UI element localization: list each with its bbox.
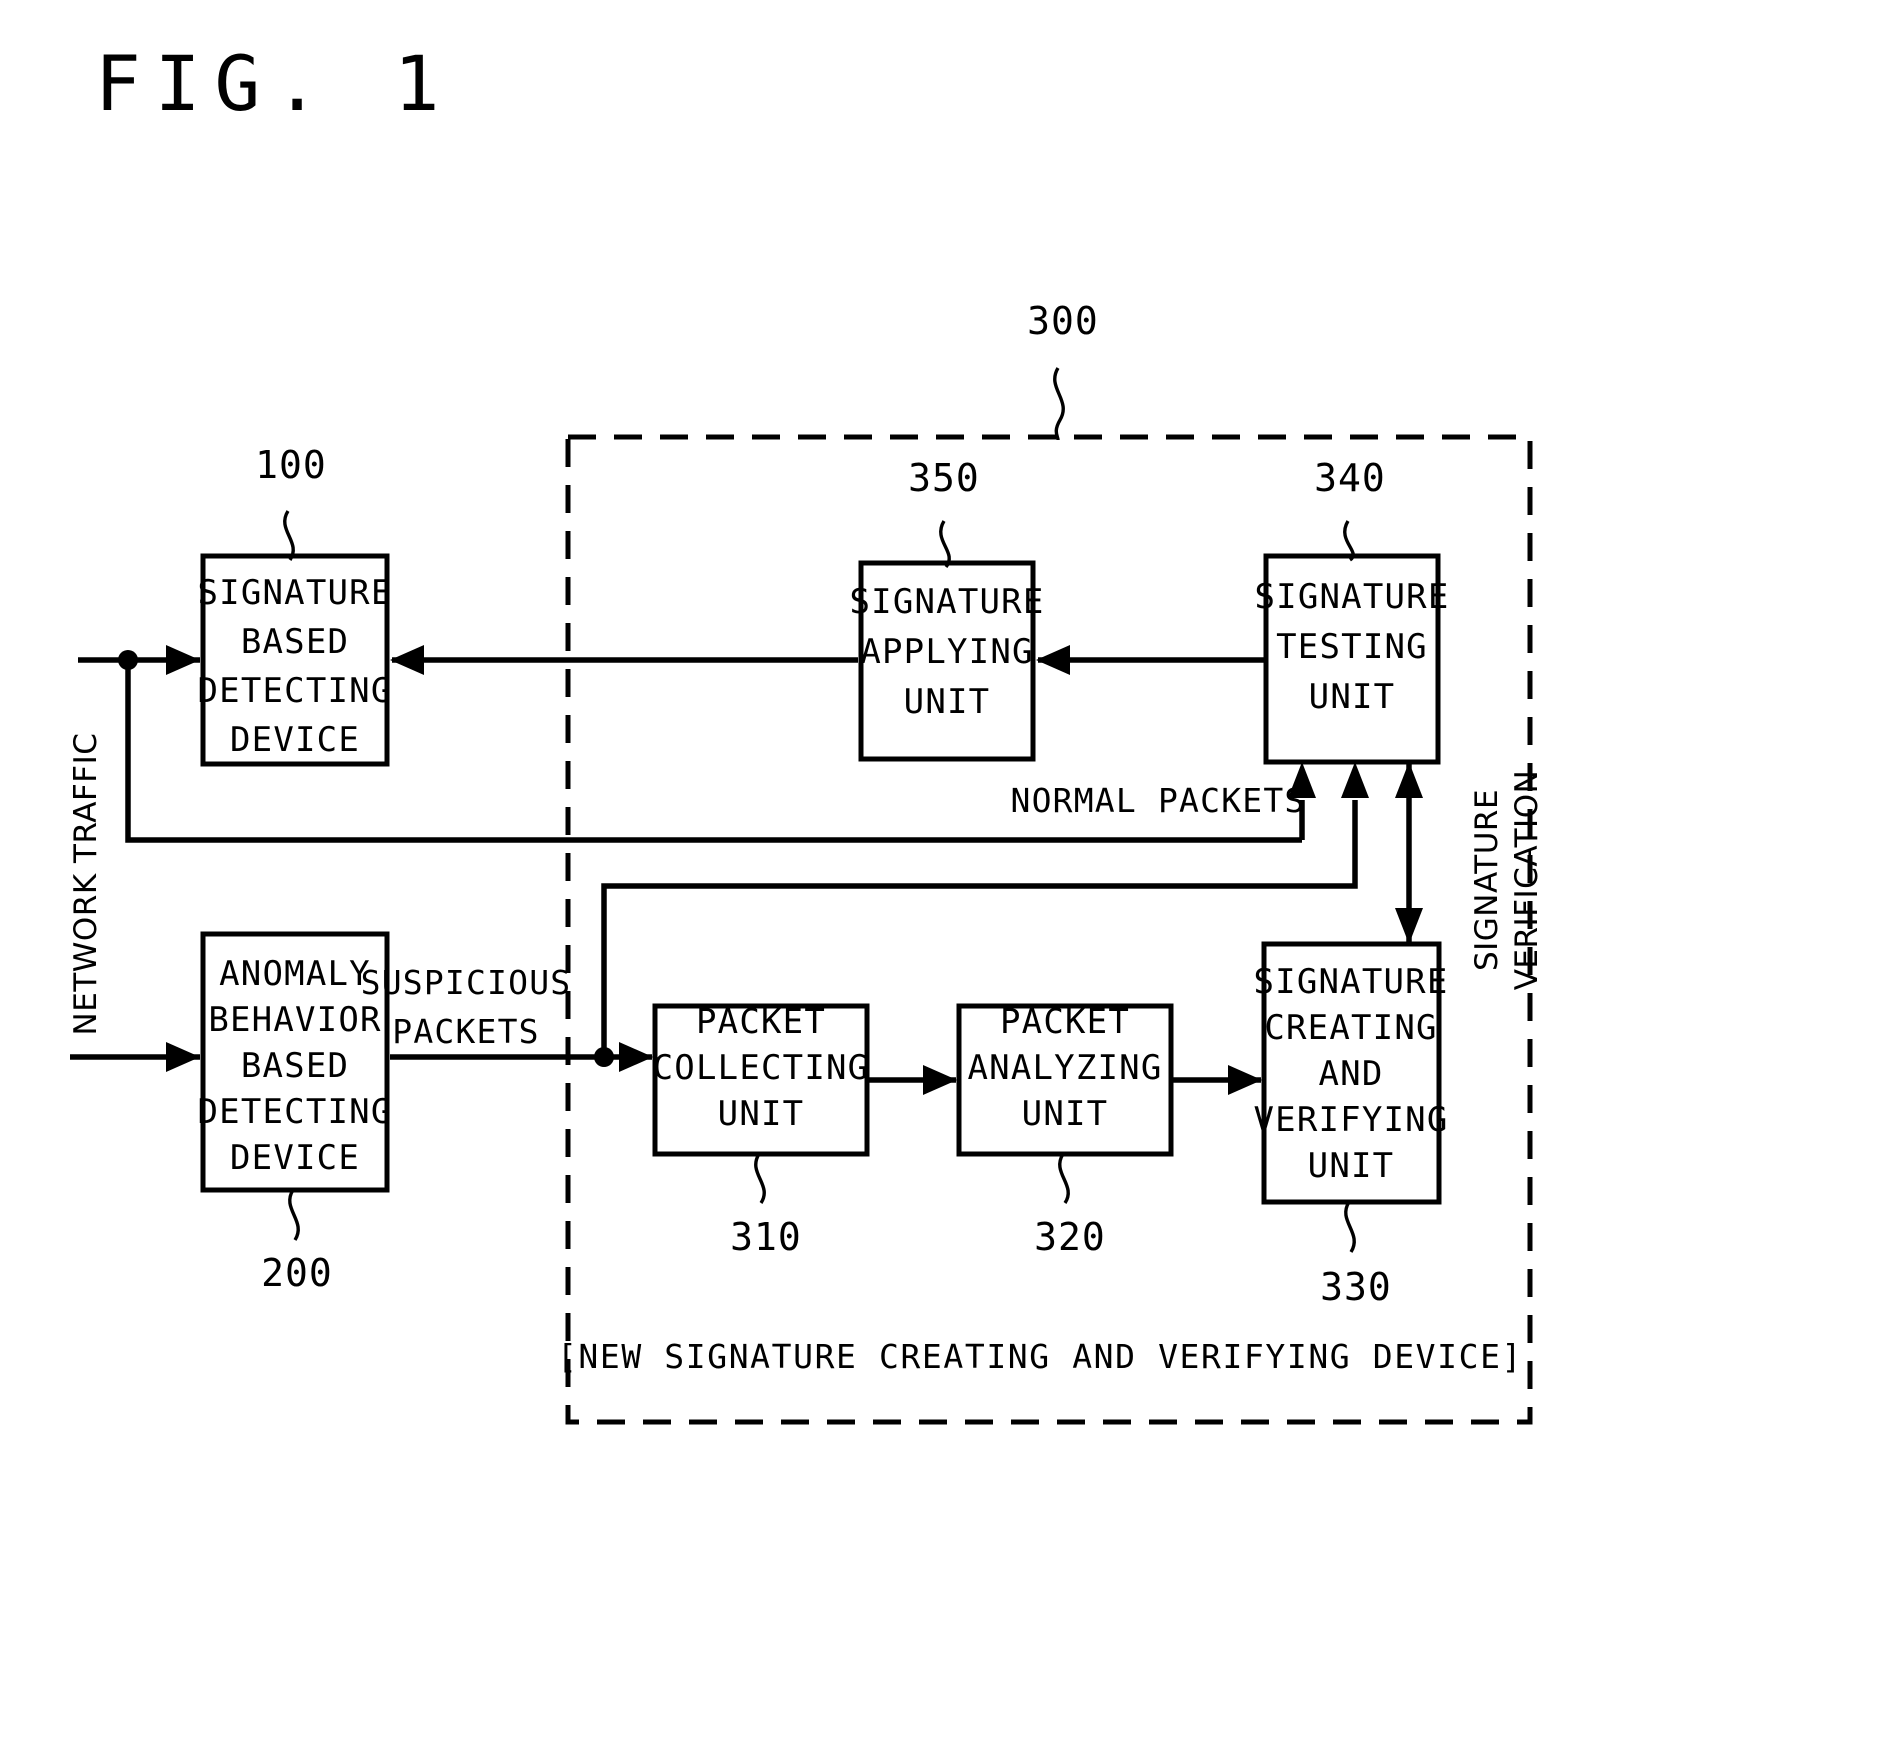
patent-figure-page: FIG. 1 300 SIGNATURE BASED DETECTING DEV… <box>0 0 1889 1742</box>
container-caption: [NEW SIGNATURE CREATING AND VERIFYING DE… <box>557 1337 1523 1376</box>
packet-analyzing-unit-line-1: PACKET <box>1000 1002 1130 1042</box>
signature-testing-unit-line-3: UNIT <box>1309 677 1396 717</box>
label-suspicious-packets-line-1: SUSPICIOUS <box>361 963 572 1002</box>
signature-applying-unit-line-2: APPLYING <box>860 632 1033 672</box>
label-signature-verification-line-1: SIGNATURE <box>1469 789 1505 971</box>
arrowhead-verification-up-into-testing-unit <box>1395 762 1423 798</box>
leader-line-200 <box>288 1189 300 1241</box>
packet-analyzing-unit-line-2: ANALYZING <box>967 1048 1162 1088</box>
signature-creating-and-verifying-unit-line-3: AND <box>1318 1054 1383 1094</box>
leader-line-320 <box>1058 1153 1070 1204</box>
packet-collecting-unit-line-3: UNIT <box>718 1094 805 1134</box>
signature-based-detecting-device-line-2: BASED <box>241 622 349 662</box>
anomaly-behavior-based-detecting-device-line-3: BASED <box>241 1046 349 1086</box>
ref-number-100: 100 <box>255 443 327 487</box>
label-suspicious-packets-line-2: PACKETS <box>392 1012 539 1051</box>
leader-line-330 <box>1344 1201 1356 1253</box>
label-normal-packets: NORMAL PACKETS <box>1011 781 1306 820</box>
signature-creating-and-verifying-unit-line-2: CREATING <box>1264 1008 1437 1048</box>
arrowhead-suspicious-packets-into-testing-unit <box>1341 762 1369 798</box>
figure-1-block-diagram: FIG. 1 300 SIGNATURE BASED DETECTING DEV… <box>68 39 1545 1425</box>
anomaly-behavior-based-detecting-device-line-1: ANOMALY <box>219 954 371 994</box>
ref-number-200: 200 <box>261 1251 333 1295</box>
leader-line-100 <box>283 510 295 561</box>
signature-testing-unit-line-1: SIGNATURE <box>1254 577 1449 617</box>
ref-number-320: 320 <box>1034 1215 1106 1259</box>
arrowhead-into-anomaly-detector <box>166 1042 200 1072</box>
anomaly-behavior-based-detecting-device-line-4: DETECTING <box>197 1092 392 1132</box>
arrowhead-into-signature-detector-from-applying-unit <box>390 645 424 675</box>
label-signature-verification-line-2: VERIFICATION <box>1509 770 1545 991</box>
packet-collecting-unit-line-2: COLLECTING <box>653 1048 870 1088</box>
ref-number-310: 310 <box>730 1215 802 1259</box>
figure-title: FIG. 1 <box>95 39 454 128</box>
arrowhead-into-packet-collecting-unit <box>619 1042 653 1072</box>
leader-line-300 <box>1053 367 1065 441</box>
arrowhead-verification-down-into-creating-unit <box>1395 908 1423 944</box>
ref-number-300: 300 <box>1027 299 1099 343</box>
packet-collecting-unit-line-1: PACKET <box>696 1002 826 1042</box>
arrowhead-into-packet-analyzing-unit <box>923 1065 957 1095</box>
signature-creating-and-verifying-unit-line-5: UNIT <box>1308 1146 1395 1186</box>
anomaly-behavior-based-detecting-device-line-5: DEVICE <box>230 1138 360 1178</box>
signature-testing-unit-line-2: TESTING <box>1276 627 1428 667</box>
ref-number-330: 330 <box>1320 1265 1392 1309</box>
arrowhead-into-signature-creating-unit <box>1228 1065 1262 1095</box>
leader-line-310 <box>754 1153 766 1204</box>
signature-based-detecting-device-line-4: DEVICE <box>230 720 360 760</box>
anomaly-behavior-based-detecting-device-line-2: BEHAVIOR <box>208 1000 381 1040</box>
arrowhead-into-applying-unit <box>1036 645 1070 675</box>
signature-applying-unit-line-3: UNIT <box>904 682 991 722</box>
ref-number-350: 350 <box>908 456 980 500</box>
signature-based-detecting-device-line-1: SIGNATURE <box>197 573 392 613</box>
packet-analyzing-unit-line-3: UNIT <box>1022 1094 1109 1134</box>
signature-based-detecting-device-line-3: DETECTING <box>197 671 392 711</box>
signature-creating-and-verifying-unit-line-4: VERIFYING <box>1253 1100 1448 1140</box>
arrowhead-into-signature-detector <box>166 645 200 675</box>
signature-applying-unit-line-1: SIGNATURE <box>849 582 1044 622</box>
ref-number-340: 340 <box>1314 456 1386 500</box>
label-network-traffic: NETWORK TRAFFIC <box>68 733 104 1036</box>
signature-creating-and-verifying-unit-line-1: SIGNATURE <box>1253 962 1448 1002</box>
leader-line-350 <box>939 520 951 569</box>
